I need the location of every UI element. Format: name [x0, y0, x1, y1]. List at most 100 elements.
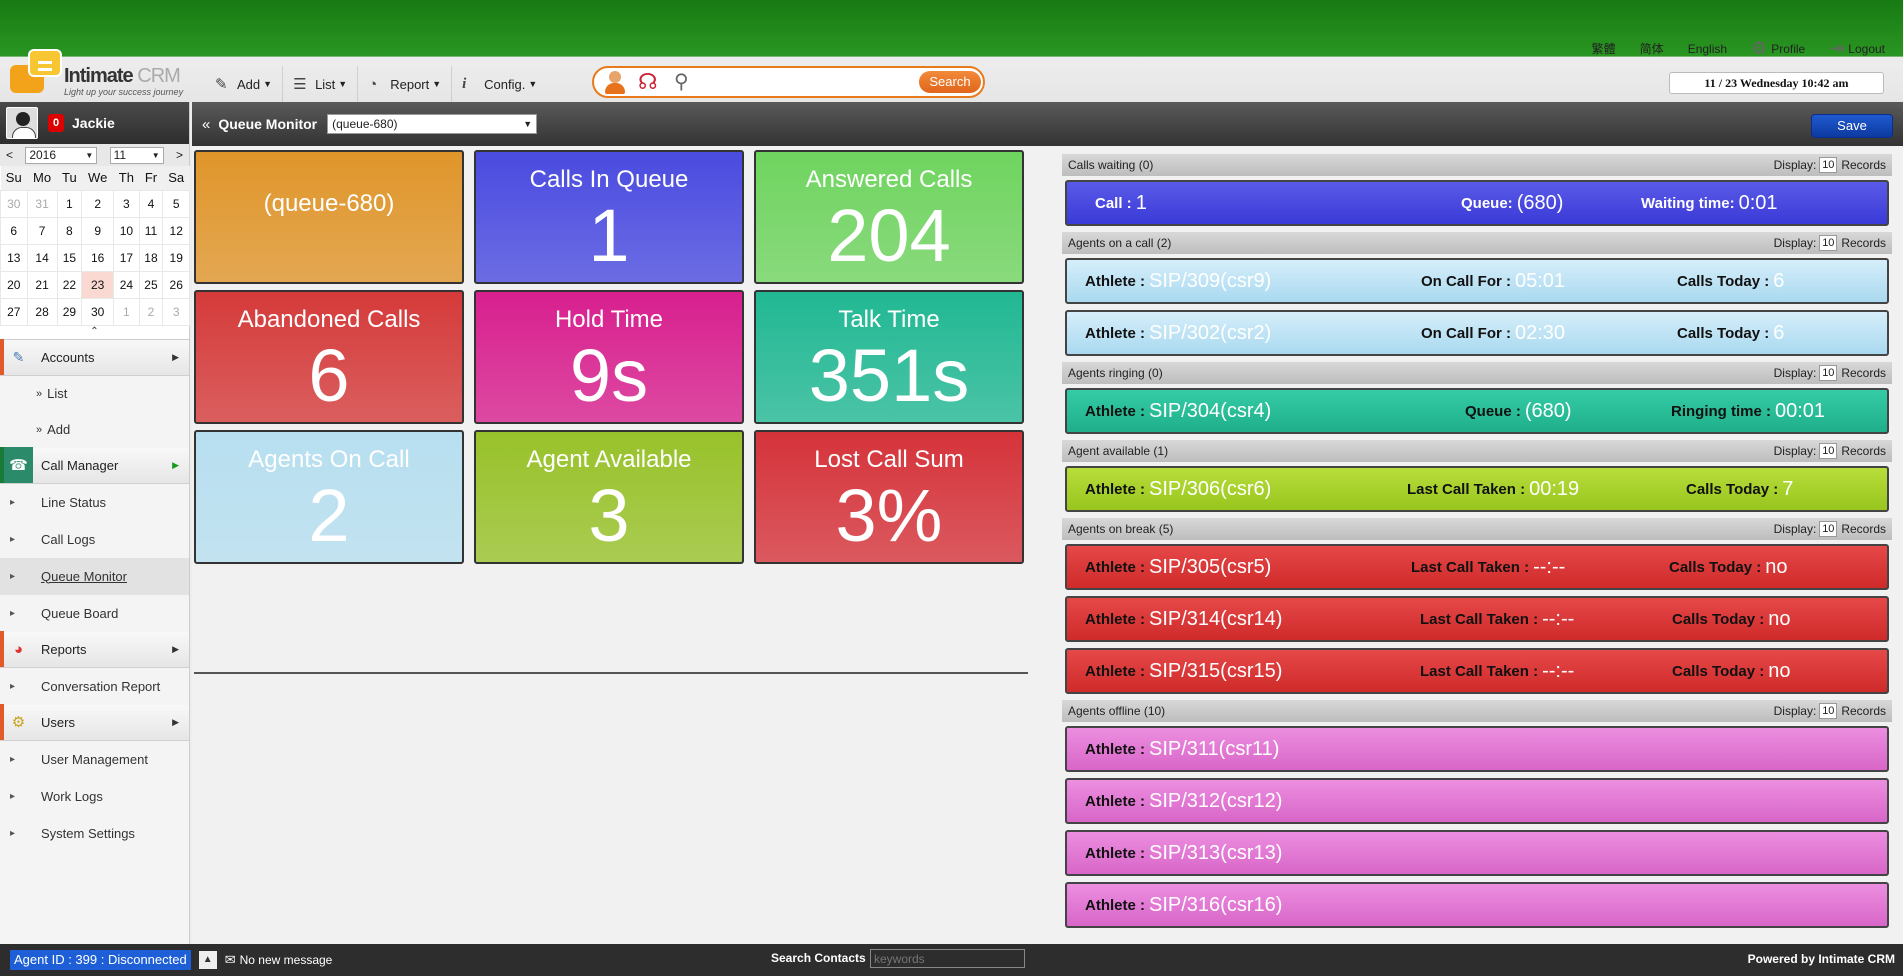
calendar-day[interactable]: 21	[26, 270, 58, 299]
calendar-day[interactable]: 13	[0, 243, 28, 272]
agent-row[interactable]: Athlete : SIP/305(csr5) Last Call Taken :…	[1065, 544, 1889, 590]
menu-group-call-manager[interactable]: ☎ Call Manager ▶	[0, 447, 189, 484]
calendar-day[interactable]: 12	[162, 216, 190, 245]
calendar-day[interactable]: 2	[81, 189, 115, 218]
agent-status[interactable]: Agent ID : 399 : Disconnected	[10, 950, 191, 970]
display-count-input[interactable]: 10	[1819, 443, 1838, 459]
avatar[interactable]	[6, 107, 38, 139]
lang-traditional[interactable]: 繁體	[1592, 40, 1616, 57]
calendar-day[interactable]: 3	[113, 189, 140, 218]
agent-row[interactable]: Athlete : SIP/309(csr9) On Call For :05:0…	[1065, 258, 1889, 304]
calendar-day[interactable]: 20	[0, 270, 28, 299]
calendar-day[interactable]: 25	[138, 270, 164, 299]
agent-row[interactable]: Athlete : SIP/311(csr11)	[1065, 726, 1889, 772]
calendar-day[interactable]: 1	[113, 297, 140, 326]
agent-row[interactable]: Athlete : SIP/313(csr13)	[1065, 830, 1889, 876]
calendar-day[interactable]: 27	[0, 297, 28, 326]
logout-link[interactable]: ⇥ Logout	[1829, 38, 1885, 59]
collapse-sidebar-icon[interactable]: «	[202, 116, 210, 133]
menu-accounts-list[interactable]: » List	[0, 376, 189, 412]
menu-call-logs[interactable]: Call Logs	[0, 521, 189, 558]
menu-line-status[interactable]: Line Status	[0, 484, 189, 521]
calendar-day[interactable]: 3	[162, 297, 190, 326]
menu-system-settings[interactable]: System Settings	[0, 815, 189, 852]
calendar-day[interactable]: 15	[56, 243, 83, 272]
global-search-input[interactable]	[706, 72, 906, 92]
calendar-day[interactable]: 29	[56, 297, 83, 326]
calendar-day[interactable]: 8	[56, 216, 83, 245]
calendar-day[interactable]: 10	[113, 216, 140, 245]
menu-queue-monitor[interactable]: Queue Monitor	[0, 557, 189, 595]
menu-queue-board[interactable]: Queue Board	[0, 595, 189, 632]
menu-work-logs[interactable]: Work Logs	[0, 778, 189, 815]
edit-icon: ✎	[215, 76, 228, 93]
nav-report[interactable]: ◔ Report ▼	[358, 66, 453, 102]
nav-add[interactable]: ✎ Add ▼	[205, 66, 284, 102]
agent-row[interactable]: Athlete : SIP/315(csr15) Last Call Taken …	[1065, 648, 1889, 694]
search-icon[interactable]: ⚲	[674, 71, 689, 93]
queue-select[interactable]: (queue-680)	[327, 114, 538, 134]
lang-english[interactable]: English	[1688, 42, 1727, 56]
expand-up-icon[interactable]: ▲	[198, 951, 217, 969]
call-network-icon[interactable]: ☊	[638, 71, 658, 93]
calendar-day[interactable]: 1	[56, 189, 83, 218]
display-count-input[interactable]: 10	[1819, 703, 1838, 719]
menu-user-management[interactable]: User Management	[0, 741, 189, 778]
agent-row[interactable]: Athlete : SIP/306(csr6) Last Call Taken :…	[1065, 466, 1889, 512]
calendar-day[interactable]: 16	[81, 243, 115, 272]
logout-label: Logout	[1848, 41, 1885, 56]
notification-badge[interactable]: 0	[48, 114, 64, 132]
calendar-prev-button[interactable]: <	[6, 148, 13, 162]
save-button[interactable]: Save	[1811, 114, 1893, 138]
calendar-day[interactable]: 30	[0, 189, 28, 218]
menu-conversation-report[interactable]: Conversation Report	[0, 668, 189, 705]
calendar-day[interactable]: 14	[26, 243, 58, 272]
display-count-input[interactable]: 10	[1819, 235, 1838, 251]
lang-simplified[interactable]: 简体	[1640, 40, 1664, 57]
caret-down-icon: ▼	[338, 79, 348, 89]
agent-row[interactable]: Athlete : SIP/302(csr2) On Call For :02:3…	[1065, 310, 1889, 356]
search-contacts-input[interactable]	[870, 949, 1025, 968]
search-button[interactable]: Search	[919, 71, 981, 93]
calendar-next-button[interactable]: >	[176, 148, 183, 162]
agent-row[interactable]: Athlete : SIP/312(csr12)	[1065, 778, 1889, 824]
calendar-day[interactable]: 6	[0, 216, 28, 245]
calendar-day[interactable]: 19	[162, 243, 190, 272]
nav-list[interactable]: ☰ List ▼	[283, 66, 359, 102]
menu-accounts-add[interactable]: » Add	[0, 412, 189, 448]
calendar-day[interactable]: 11	[138, 216, 164, 245]
nav-config[interactable]: i Config. ▼	[452, 66, 547, 102]
logo[interactable]: Intimate CRM Light up your success journ…	[8, 45, 188, 101]
menu-group-reports[interactable]: ◕ Reports ▶	[0, 631, 189, 668]
calendar-day[interactable]: 4	[138, 189, 164, 218]
calendar-day[interactable]: 31	[26, 189, 58, 218]
agent-row[interactable]: Athlete : SIP/314(csr14) Last Call Taken …	[1065, 596, 1889, 642]
calendar-day[interactable]: 7	[26, 216, 58, 245]
calendar-day[interactable]: 24	[113, 270, 140, 299]
agent-row[interactable]: Athlete : SIP/304(csr4) Queue : (680) Ring…	[1065, 388, 1889, 434]
calls-today-label: Calls Today :	[1686, 480, 1779, 498]
calendar-year-select[interactable]: 2016 ▼	[25, 146, 98, 164]
calendar-day[interactable]: 17	[113, 243, 140, 272]
calendar-day[interactable]: 18	[138, 243, 164, 272]
display-count-input[interactable]: 10	[1819, 521, 1838, 537]
message-status[interactable]: No new message	[240, 953, 333, 967]
calendar-day[interactable]: 2	[138, 297, 164, 326]
calendar-day[interactable]: 5	[162, 189, 190, 218]
calendar-day[interactable]: 22	[56, 270, 83, 299]
calendar-day[interactable]: 28	[26, 297, 58, 326]
display-count-input[interactable]: 10	[1819, 157, 1838, 173]
menu-group-users[interactable]: ⚙ Users ▶	[0, 704, 189, 741]
calendar-collapse-icon[interactable]: ⌃	[0, 326, 189, 340]
menu-group-accounts[interactable]: ✎ Accounts ▶	[0, 339, 189, 376]
calendar-day[interactable]: 30	[81, 297, 115, 326]
calendar-month-select[interactable]: 11 ▼	[109, 146, 164, 164]
calendar-day[interactable]: 23	[81, 270, 115, 299]
calendar-day[interactable]: 9	[81, 216, 115, 245]
waiting-call-row[interactable]: Call :1 Queue: (680) Waiting time: 0:01	[1065, 180, 1889, 226]
contact-person-icon[interactable]	[604, 70, 626, 94]
display-count-input[interactable]: 10	[1819, 365, 1838, 381]
agent-row[interactable]: Athlete : SIP/316(csr16)	[1065, 882, 1889, 928]
calendar-day[interactable]: 26	[162, 270, 190, 299]
profile-link[interactable]: ⚙ Profile	[1751, 38, 1805, 59]
